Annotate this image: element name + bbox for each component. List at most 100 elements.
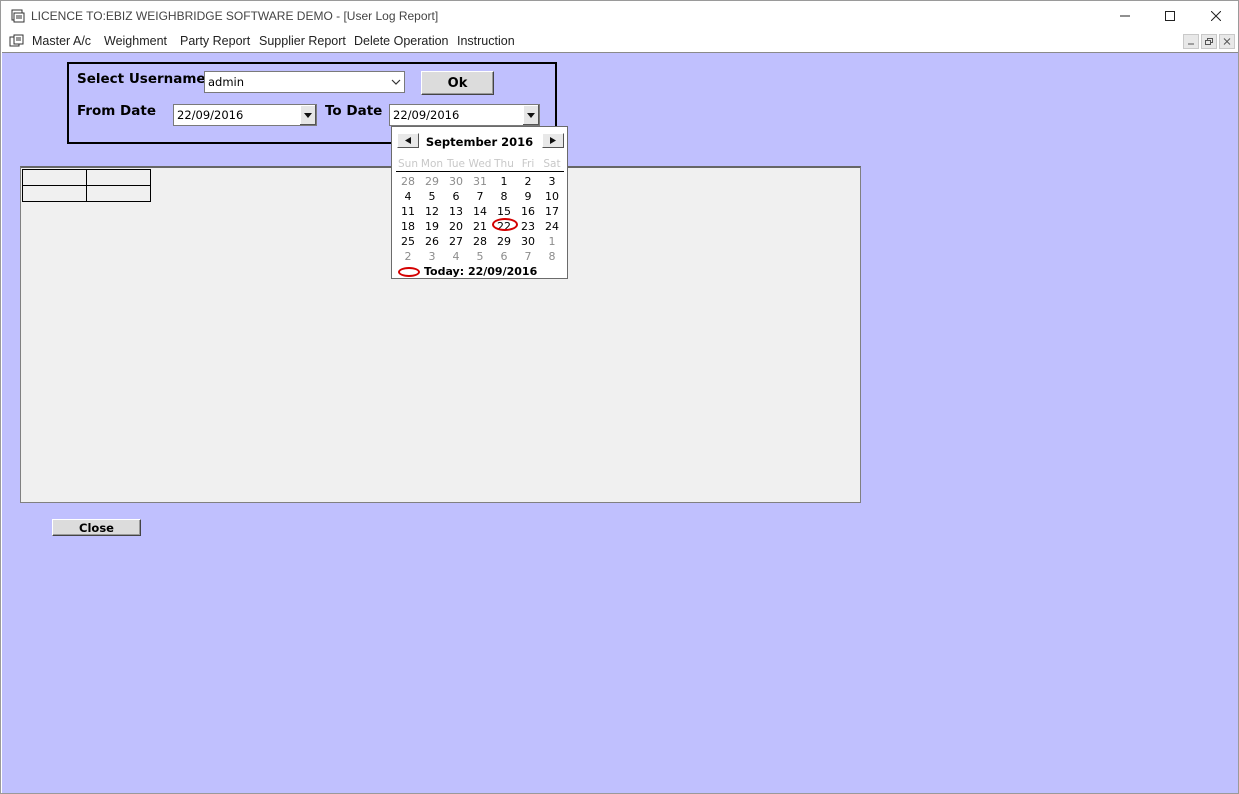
calendar-day[interactable]: 17 <box>540 205 564 218</box>
calendar-day[interactable]: 29 <box>492 235 516 248</box>
menu-bar: Master A/c Weighment Party Report Suppli… <box>1 31 1238 52</box>
calendar-day[interactable]: 1 <box>540 235 564 248</box>
calendar-day-number: 20 <box>449 220 463 233</box>
calendar-day[interactable]: 18 <box>396 220 420 233</box>
app-window: LICENCE TO:EBIZ WEIGHBRIDGE SOFTWARE DEM… <box>0 0 1239 794</box>
calendar-day[interactable]: 20 <box>444 220 468 233</box>
calendar-day[interactable]: 13 <box>444 205 468 218</box>
calendar-day[interactable]: 15 <box>492 205 516 218</box>
calendar-dropdown[interactable]: September 2016 Sun Mon Tue Wed Thu Fri Sat 28 2… <box>391 126 568 279</box>
calendar-day-selected[interactable]: 22 <box>492 218 518 233</box>
calendar-day[interactable]: 3 <box>420 250 444 263</box>
calendar-day[interactable]: 8 <box>492 190 516 203</box>
username-select[interactable]: admin <box>204 71 405 93</box>
calendar-day[interactable]: 3 <box>540 175 564 188</box>
calendar-day[interactable]: 28 <box>468 235 492 248</box>
calendar-week-row: 11 12 13 14 15 16 17 <box>396 205 564 220</box>
menu-instruction[interactable]: Instruction <box>457 34 515 48</box>
chevron-down-icon[interactable] <box>299 105 316 125</box>
calendar-day-number: 19 <box>425 220 439 233</box>
grid-cell[interactable] <box>86 185 151 202</box>
menu-party-report[interactable]: Party Report <box>180 34 250 48</box>
calendar-day-number: 16 <box>521 205 535 218</box>
calendar-day-number: 28 <box>473 235 487 248</box>
close-report-button[interactable]: Close <box>52 519 141 536</box>
calendar-day[interactable]: 31 <box>468 175 492 188</box>
mdi-close-button[interactable] <box>1219 34 1235 49</box>
mdi-restore-button[interactable] <box>1201 34 1217 49</box>
calendar-day-number: 6 <box>452 190 460 203</box>
calendar-weekday: Fri <box>521 158 535 170</box>
ok-button[interactable]: Ok <box>421 71 494 95</box>
calendar-next-button[interactable] <box>542 133 564 148</box>
calendar-day[interactable]: 24 <box>540 220 564 233</box>
calendar-day[interactable]: 29 <box>420 175 444 188</box>
calendar-day[interactable]: 8 <box>540 250 564 263</box>
menu-supplier-report[interactable]: Supplier Report <box>259 34 346 48</box>
calendar-day[interactable]: 30 <box>516 235 540 248</box>
close-button[interactable] <box>1193 1 1239 31</box>
calendar-day[interactable]: 6 <box>444 190 468 203</box>
chevron-down-icon[interactable] <box>387 72 404 92</box>
grid-cell[interactable] <box>22 185 87 202</box>
calendar-day[interactable]: 30 <box>444 175 468 188</box>
calendar-day[interactable]: 5 <box>420 190 444 203</box>
calendar-today-link[interactable]: Today: 22/09/2016 <box>398 264 566 279</box>
from-date-picker[interactable]: 22/09/2016 <box>173 104 317 126</box>
ok-button-label: Ok <box>447 75 468 91</box>
calendar-week-row: 28 29 30 31 1 2 3 <box>396 175 564 190</box>
calendar-day-number: 6 <box>500 250 508 263</box>
calendar-day[interactable]: 7 <box>468 190 492 203</box>
calendar-day-number: 5 <box>476 250 484 263</box>
calendar-day[interactable]: 12 <box>420 205 444 218</box>
report-area: Select Username admin Ok From Date 22/09… <box>2 52 1238 793</box>
minimize-button[interactable] <box>1102 1 1148 31</box>
calendar-day[interactable]: 10 <box>540 190 564 203</box>
calendar-day[interactable]: 23 <box>516 220 540 233</box>
calendar-day-number: 11 <box>401 205 415 218</box>
calendar-day[interactable]: 11 <box>396 205 420 218</box>
triangle-right-icon <box>550 137 556 144</box>
calendar-day[interactable]: 4 <box>444 250 468 263</box>
calendar-day-number: 14 <box>473 205 487 218</box>
username-value: admin <box>208 75 245 89</box>
to-date-picker[interactable]: 22/09/2016 <box>389 104 540 126</box>
calendar-day[interactable]: 25 <box>396 235 420 248</box>
calendar-day-number: 27 <box>449 235 463 248</box>
calendar-day-number: 9 <box>524 190 532 203</box>
calendar-day[interactable]: 1 <box>492 175 516 188</box>
calendar-day-number: 8 <box>500 190 508 203</box>
document-icon[interactable] <box>9 34 25 48</box>
calendar-day[interactable]: 6 <box>492 250 516 263</box>
from-date-value: 22/09/2016 <box>177 108 244 122</box>
close-icon <box>1211 11 1221 21</box>
calendar-day[interactable]: 16 <box>516 205 540 218</box>
grid-cell[interactable] <box>22 169 87 186</box>
app-icon[interactable] <box>11 9 25 23</box>
calendar-day[interactable]: 2 <box>516 175 540 188</box>
calendar-day-number: 24 <box>545 220 559 233</box>
calendar-day-number: 25 <box>401 235 415 248</box>
minimize-icon <box>1120 15 1130 17</box>
grid-cell[interactable] <box>86 169 151 186</box>
menu-delete-operation[interactable]: Delete Operation <box>354 34 449 48</box>
calendar-day[interactable]: 26 <box>420 235 444 248</box>
calendar-day[interactable]: 19 <box>420 220 444 233</box>
chevron-down-icon[interactable] <box>522 105 539 125</box>
calendar-day[interactable]: 21 <box>468 220 492 233</box>
calendar-day[interactable]: 5 <box>468 250 492 263</box>
calendar-day[interactable]: 9 <box>516 190 540 203</box>
calendar-day[interactable]: 4 <box>396 190 420 203</box>
calendar-day[interactable]: 7 <box>516 250 540 263</box>
close-icon <box>1223 38 1231 45</box>
menu-master-ac[interactable]: Master A/c <box>32 34 91 48</box>
calendar-day[interactable]: 28 <box>396 175 420 188</box>
calendar-month-label[interactable]: September 2016 <box>392 135 567 149</box>
menu-weighment[interactable]: Weighment <box>104 34 167 48</box>
mdi-minimize-button[interactable] <box>1183 34 1199 49</box>
calendar-day[interactable]: 27 <box>444 235 468 248</box>
calendar-day[interactable]: 14 <box>468 205 492 218</box>
calendar-day[interactable]: 2 <box>396 250 420 263</box>
calendar-weekday-row: Sun Mon Tue Wed Thu Fri Sat <box>396 158 564 172</box>
maximize-button[interactable] <box>1147 1 1193 31</box>
